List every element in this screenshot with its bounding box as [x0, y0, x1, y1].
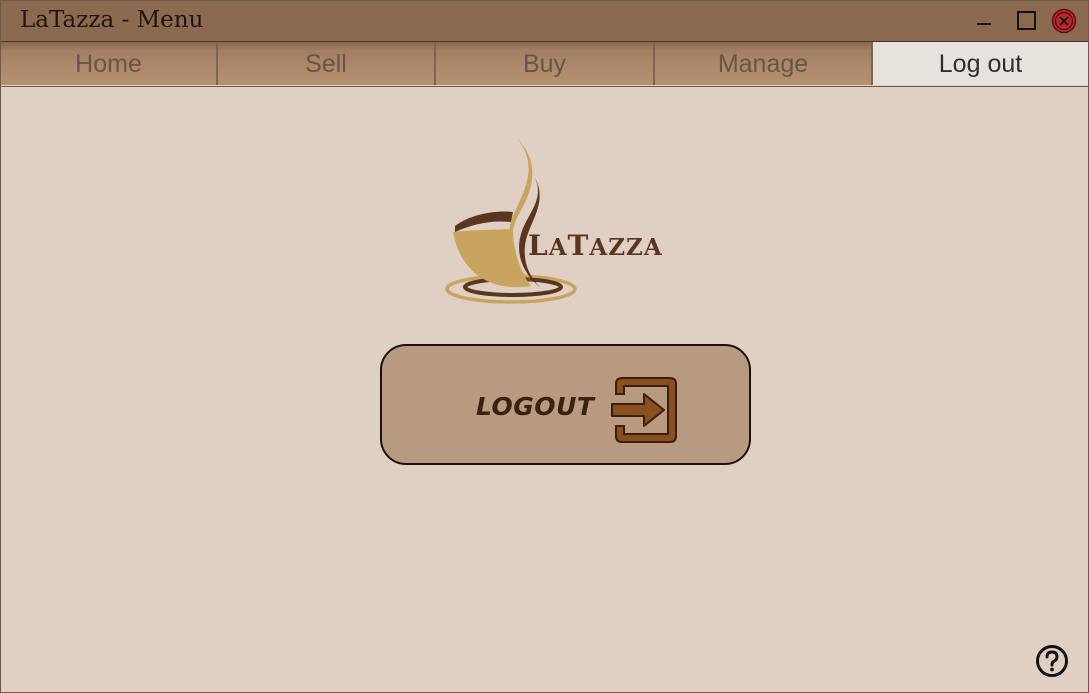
brand-name: LATAZZA: [528, 229, 663, 262]
minimize-icon[interactable]: [971, 9, 995, 33]
coffee-cup-logo-icon: [441, 134, 681, 309]
help-icon[interactable]: [1035, 644, 1069, 678]
tab-log-out[interactable]: Log out: [873, 42, 1088, 85]
window-title: LaTazza - Menu: [20, 7, 204, 33]
tab-home[interactable]: Home: [1, 42, 218, 85]
title-bar: LaTazza - Menu: [1, 1, 1088, 42]
close-icon[interactable]: [1051, 8, 1077, 34]
tab-sell[interactable]: Sell: [218, 42, 436, 85]
tab-manage[interactable]: Manage: [655, 42, 873, 85]
tab-buy[interactable]: Buy: [436, 42, 655, 85]
logout-label: LOGOUT: [476, 392, 595, 421]
maximize-icon[interactable]: [1014, 9, 1038, 33]
logout-button[interactable]: LOGOUT: [380, 344, 751, 465]
logout-arrow-icon: [610, 374, 682, 446]
app-window: LaTazza - Menu Home Sell Buy Manage Log …: [0, 0, 1089, 693]
menu-tabs: Home Sell Buy Manage Log out: [1, 42, 1088, 87]
